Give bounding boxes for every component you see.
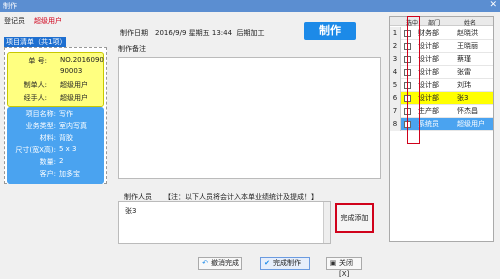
table-row[interactable]: 7 生产部 怀杰昌: [390, 105, 493, 118]
row-name: 超级用户: [457, 120, 485, 128]
row-dept: 设计部: [418, 94, 439, 102]
creator-label: 制单人:: [23, 81, 47, 89]
row-name: 张雷: [457, 68, 471, 76]
staff-value: 张3: [125, 207, 137, 215]
table-row[interactable]: 5 设计部 刘玮: [390, 79, 493, 92]
row-index: 5: [390, 79, 401, 92]
row-name: 怀杰昌: [457, 107, 478, 115]
creator-value: 超级用户: [60, 81, 88, 89]
note-label: 制作备注: [118, 45, 146, 53]
handler-label: 经手人:: [23, 94, 47, 102]
close-button[interactable]: ▣ 关闭[X]: [326, 257, 362, 278]
quantity-label: 数量:: [39, 158, 56, 166]
handler-value: 超级用户: [60, 94, 88, 102]
row-dept: 设计部: [418, 55, 439, 63]
post-process-label: 后期加工: [236, 29, 265, 37]
row-index: 2: [390, 40, 401, 53]
size-label: 尺寸(宽X高):: [15, 146, 56, 154]
login-label: 登记员: [4, 17, 25, 25]
title-bar: 制作 ✕: [0, 0, 500, 12]
table-row[interactable]: 4 设计部 张雷: [390, 66, 493, 79]
table-row[interactable]: 1 财务部 赵晓洪: [390, 27, 493, 40]
order-no-label: 单 号:: [28, 57, 47, 65]
table-row-highlighted[interactable]: 8 系统员 超级用户: [390, 118, 493, 131]
staff-textarea[interactable]: 张3: [118, 201, 331, 244]
material-label: 材料:: [39, 134, 56, 142]
row-index: 8: [390, 118, 401, 131]
project-detail-card[interactable]: 项目名称: 写作 业务类型: 室内写真 材料: 背胶 尺寸(宽X高): 5 x …: [7, 107, 104, 184]
date-value[interactable]: 2016/9/9 星期五 13:44 后期加工: [155, 28, 265, 38]
finish-add-button[interactable]: 完成添加: [335, 203, 374, 233]
quantity-value: 2: [59, 157, 64, 165]
project-name-label: 项目名称:: [25, 110, 56, 118]
business-type-label: 业务类型:: [25, 122, 56, 130]
select-column-highlight: [407, 16, 420, 144]
staff-grid: 选中 部门 姓名 1 财务部 赵晓洪 2 设计部 王晓丽 3 设计部 蔡瑾 4 …: [389, 16, 494, 242]
material-value: 背胶: [59, 134, 73, 142]
order-no-value-cont: 90003: [60, 67, 83, 75]
staff-scrollbar[interactable]: [323, 202, 330, 243]
close-icon[interactable]: ✕: [489, 0, 497, 11]
grid-header: 选中 部门 姓名: [390, 17, 493, 27]
row-name: 赵晓洪: [457, 29, 478, 37]
project-name-value: 写作: [59, 110, 73, 118]
row-name: 王晓丽: [457, 42, 478, 50]
row-dept: 设计部: [418, 68, 439, 76]
header-name: 姓名: [464, 20, 477, 27]
row-dept: 系统员: [418, 120, 439, 128]
login-user: 超级用户: [34, 17, 62, 25]
customer-label: 客户:: [39, 170, 56, 178]
row-index: 6: [390, 92, 401, 105]
row-dept: 生产部: [418, 107, 439, 115]
header-dept: 部门: [428, 20, 441, 27]
undo-icon: ↶: [202, 259, 208, 267]
note-textarea[interactable]: [118, 57, 381, 179]
table-row[interactable]: 2 设计部 王晓丽: [390, 40, 493, 53]
row-name: 刘玮: [457, 81, 471, 89]
window-title: 制作: [3, 2, 17, 10]
size-value: 5 x 3: [59, 145, 77, 153]
table-row-selected[interactable]: 6 设计部 张3: [390, 92, 493, 105]
close-icon: ▣: [329, 259, 337, 267]
row-dept: 设计部: [418, 42, 439, 50]
login-row: 登记员 超级用户: [4, 16, 107, 27]
table-row[interactable]: 3 设计部 蔡瑾: [390, 53, 493, 66]
row-index: 3: [390, 53, 401, 66]
cancel-complete-button[interactable]: ↶ 撤消完成: [198, 257, 242, 270]
project-summary-card[interactable]: 单 号: NO.2016090 90003 制单人: 超级用户 经手人: 超级用…: [7, 52, 104, 107]
check-icon: ✔: [264, 259, 270, 267]
customer-value: 加多宝: [59, 170, 80, 178]
project-list-title: 项目清单（共1项）: [4, 37, 67, 47]
row-dept: 设计部: [418, 81, 439, 89]
row-name: 蔡瑾: [457, 55, 471, 63]
row-index: 4: [390, 66, 401, 79]
make-button[interactable]: 制作: [304, 22, 356, 40]
row-dept: 财务部: [418, 29, 439, 37]
complete-make-button[interactable]: ✔ 完成制作: [260, 257, 310, 270]
row-index: 1: [390, 27, 401, 40]
order-no-value: NO.2016090: [60, 56, 104, 64]
business-type-value: 室内写真: [59, 122, 87, 130]
row-index: 7: [390, 105, 401, 118]
date-label: 制作日期: [120, 29, 148, 37]
row-name: 张3: [457, 94, 469, 102]
